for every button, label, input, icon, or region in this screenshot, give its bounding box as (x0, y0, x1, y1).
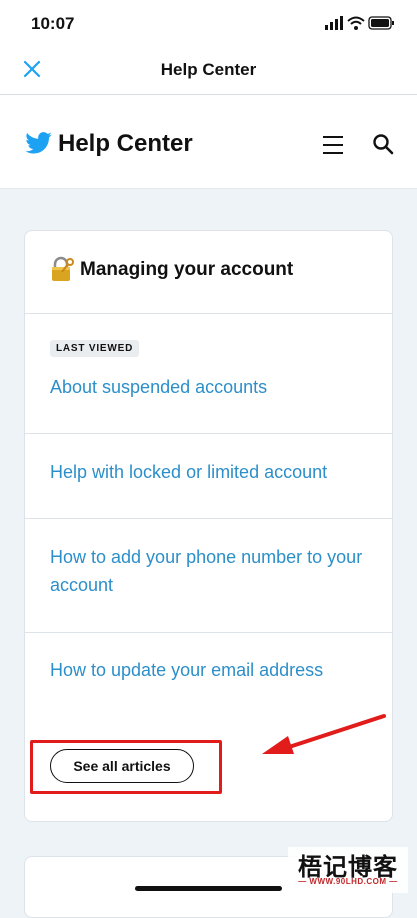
last-viewed-badge: LAST VIEWED (50, 340, 140, 357)
article-item-locked: Help with locked or limited account (25, 433, 392, 519)
article-item-email: How to update your email address (25, 632, 392, 712)
battery-icon (368, 16, 394, 30)
article-link-email[interactable]: How to update your email address (50, 656, 372, 684)
header-title[interactable]: Help Center (58, 130, 193, 158)
nav-title: Help Center (160, 60, 257, 79)
card-header: Managing your account (25, 231, 392, 314)
status-time: 10:07 (31, 14, 75, 33)
status-bar: 10:07 (0, 0, 417, 44)
site-header: Help Center (0, 95, 417, 189)
article-link-suspended[interactable]: About suspended accounts (50, 373, 372, 401)
article-item-phone: How to add your phone number to your acc… (25, 518, 392, 633)
card-title: Managing your account (80, 259, 294, 280)
twitter-bird-icon[interactable] (25, 132, 52, 154)
article-link-locked[interactable]: Help with locked or limited account (50, 458, 372, 486)
home-indicator[interactable] (135, 886, 282, 891)
nav-bar: Help Center (0, 44, 417, 95)
watermark-url: — WWW.90LHD.COM — (298, 877, 398, 886)
watermark: 梧记博客 — WWW.90LHD.COM — (288, 847, 408, 893)
annotation-arrow-icon (262, 714, 386, 754)
annotation-highlight-box (30, 740, 222, 794)
wifi-icon (347, 16, 365, 30)
article-item-suspended: LAST VIEWED About suspended accounts (25, 313, 392, 434)
search-icon[interactable] (372, 133, 394, 155)
article-link-phone[interactable]: How to add your phone number to your acc… (50, 543, 372, 599)
status-icons (325, 16, 394, 30)
signal-icon (325, 16, 343, 30)
lock-with-key-icon (52, 256, 74, 281)
menu-icon[interactable] (320, 135, 346, 155)
